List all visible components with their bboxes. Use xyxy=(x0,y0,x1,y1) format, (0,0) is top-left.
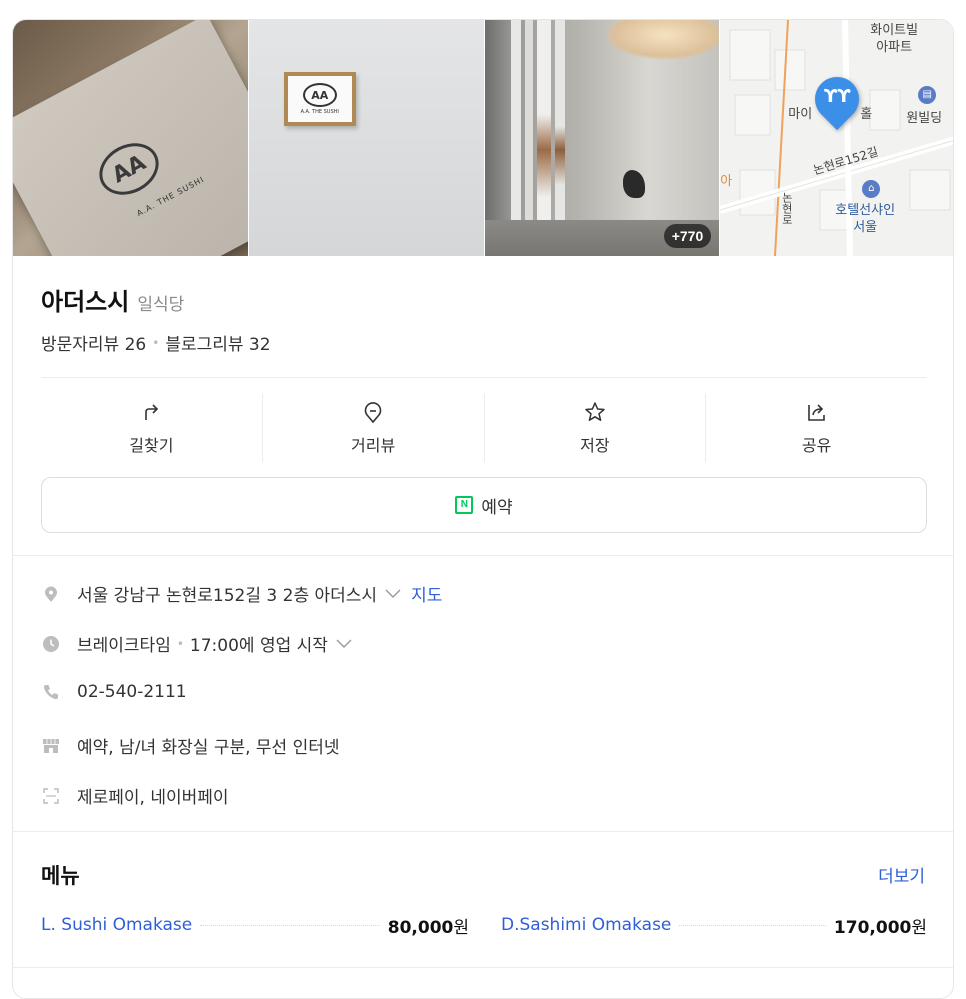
restaurant-utensils-icon: ϒϒ xyxy=(823,86,851,107)
menu-item-price: 80,000원 xyxy=(387,917,469,938)
framed-sign-subtitle: A.A. THE SUSHI xyxy=(300,109,339,115)
save-label: 저장 xyxy=(580,436,610,455)
photo-wall-sign[interactable]: AA A.A. THE SUSHI xyxy=(248,20,484,256)
clock-icon xyxy=(41,634,61,654)
street-view-icon xyxy=(364,402,382,424)
bonsai-decor xyxy=(622,170,645,198)
photo-menu-book[interactable]: AA A.A. THE SUSHI xyxy=(13,20,248,256)
place-title-row: 아더스시 일식당 xyxy=(41,282,184,317)
business-hours: 17:00에 영업 시작 xyxy=(189,636,328,656)
reserve-label: 예약 xyxy=(481,497,513,518)
chevron-down-icon[interactable] xyxy=(385,589,401,599)
phone-row: 02-540-2111 xyxy=(41,682,187,702)
share-button[interactable]: 공유 xyxy=(706,394,927,462)
framed-sign: AA A.A. THE SUSHI xyxy=(283,72,356,126)
map-label-one-building: 원빌딩 xyxy=(906,111,943,126)
naver-booking-icon: N xyxy=(455,496,474,514)
section-divider xyxy=(13,555,953,556)
map-label-hall: 홀 xyxy=(860,107,873,122)
menu-item-name[interactable]: L. Sushi Omakase xyxy=(41,915,192,935)
map-label-vertical-road: 논현로 xyxy=(780,192,794,225)
separator-dot: • xyxy=(152,335,160,350)
directions-button[interactable]: 길찾기 xyxy=(41,394,263,462)
map-label-whitevill: 화이트빌 아파트 xyxy=(870,23,919,55)
divider xyxy=(41,377,927,378)
save-button[interactable]: 저장 xyxy=(485,394,707,462)
leader-dots xyxy=(200,924,380,926)
reserve-button[interactable]: N 예약 xyxy=(41,477,927,533)
place-name[interactable]: 아더스시 xyxy=(41,282,129,317)
menu-more-link[interactable]: 더보기 xyxy=(878,862,925,887)
directions-label: 길찾기 xyxy=(129,436,174,455)
scan-icon xyxy=(41,786,61,806)
address-text[interactable]: 서울 강남구 논현로152길 3 2층 아더스시 xyxy=(77,581,377,606)
phone-icon xyxy=(41,682,61,702)
map-link[interactable]: 지도 xyxy=(411,581,442,606)
business-status: 브레이크타임 xyxy=(77,636,171,656)
map-label-mai: 마이 xyxy=(788,107,813,122)
street-view-label: 거리뷰 xyxy=(351,436,396,455)
amenities-row: 예약, 남/녀 화장실 구분, 무선 인터넷 xyxy=(41,733,340,758)
phone-number[interactable]: 02-540-2111 xyxy=(77,682,187,702)
share-label: 공유 xyxy=(801,436,832,455)
menu-item-name[interactable]: D.Sashimi Omakase xyxy=(501,915,671,935)
store-icon xyxy=(41,736,61,756)
address-row: 서울 강남구 논현로152길 3 2층 아더스시 지도 xyxy=(41,581,442,606)
star-icon xyxy=(585,402,605,421)
menu-item: L. Sushi Omakase 80,000원 xyxy=(41,913,469,938)
menu-item: D.Sashimi Omakase 170,000원 xyxy=(501,913,927,938)
framed-sign-logo: AA xyxy=(302,83,337,107)
place-category: 일식당 xyxy=(137,295,185,315)
action-bar: 길찾기 거리뷰 저장 공유 xyxy=(41,394,927,462)
separator-dot: • xyxy=(176,636,184,651)
photo-strip: AA A.A. THE SUSHI AA A.A. THE SUSHI +770 xyxy=(13,20,953,256)
location-pin-icon xyxy=(41,584,61,604)
blog-reviews-link[interactable]: 블로그리뷰 32 xyxy=(165,330,270,355)
place-card: AA A.A. THE SUSHI AA A.A. THE SUSHI +770 xyxy=(12,19,954,999)
street-view-button[interactable]: 거리뷰 xyxy=(263,394,485,462)
section-divider xyxy=(13,967,953,968)
amenities-text: 예약, 남/녀 화장실 구분, 무선 인터넷 xyxy=(77,738,340,758)
payments-row: 제로페이, 네이버페이 xyxy=(41,783,229,808)
menu-item-price: 170,000원 xyxy=(833,917,927,938)
section-divider xyxy=(13,831,953,832)
hours-row: 브레이크타임 • 17:00에 영업 시작 xyxy=(41,631,352,656)
review-counts: 방문자리뷰 26 • 블로그리뷰 32 xyxy=(41,330,271,355)
photo-count-badge[interactable]: +770 xyxy=(663,224,712,248)
photo-interior[interactable]: +770 xyxy=(484,20,720,256)
payments-text: 제로페이, 네이버페이 xyxy=(77,788,229,808)
leader-dots xyxy=(679,924,826,926)
mini-map[interactable]: 화이트빌 아파트 마이 홀 ▤ 원빌딩 논현로152길 아 논현로 ⌂ 호텔선샤인… xyxy=(720,20,953,256)
visitor-reviews-link[interactable]: 방문자리뷰 26 xyxy=(41,330,146,355)
directions-icon xyxy=(145,404,159,420)
menu-heading: 메뉴 xyxy=(41,864,80,888)
chevron-down-icon[interactable] xyxy=(336,639,352,649)
map-label-hotel: 호텔선샤인 서울 xyxy=(835,203,896,235)
map-label-side: 아 xyxy=(720,174,733,189)
share-icon xyxy=(807,404,825,421)
